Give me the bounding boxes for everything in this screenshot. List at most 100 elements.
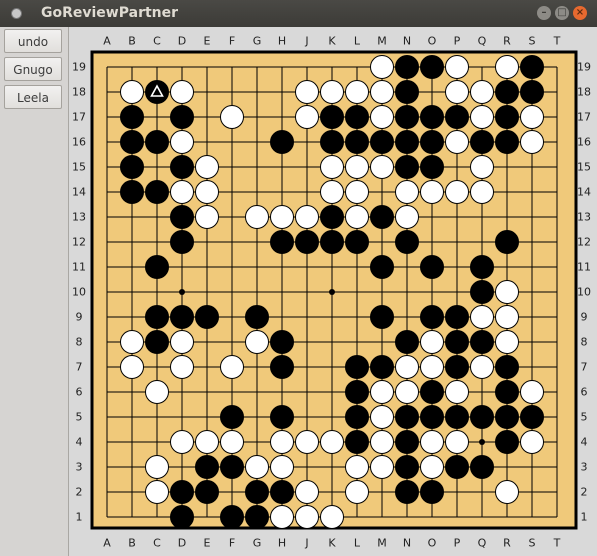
black-stone[interactable]	[220, 405, 244, 429]
black-stone[interactable]	[395, 230, 419, 254]
black-stone[interactable]	[195, 305, 219, 329]
black-stone[interactable]	[370, 130, 394, 154]
white-stone[interactable]	[145, 480, 169, 504]
black-stone[interactable]	[370, 255, 394, 279]
black-stone[interactable]	[170, 230, 194, 254]
black-stone[interactable]	[170, 505, 194, 529]
black-stone[interactable]	[395, 430, 419, 454]
black-stone[interactable]	[420, 255, 444, 279]
undo-button[interactable]: undo	[4, 29, 62, 53]
white-stone[interactable]	[320, 430, 344, 454]
black-stone[interactable]	[320, 230, 344, 254]
white-stone[interactable]	[445, 130, 469, 154]
black-stone[interactable]	[245, 505, 269, 529]
black-stone[interactable]	[145, 180, 169, 204]
white-stone[interactable]	[320, 155, 344, 179]
black-stone[interactable]	[120, 155, 144, 179]
black-stone[interactable]	[495, 80, 519, 104]
white-stone[interactable]	[370, 55, 394, 79]
white-stone[interactable]	[195, 155, 219, 179]
white-stone[interactable]	[245, 330, 269, 354]
white-stone[interactable]	[445, 430, 469, 454]
white-stone[interactable]	[395, 380, 419, 404]
black-stone[interactable]	[370, 205, 394, 229]
white-stone[interactable]	[370, 455, 394, 479]
black-stone[interactable]	[270, 230, 294, 254]
white-stone[interactable]	[345, 180, 369, 204]
black-stone[interactable]	[495, 405, 519, 429]
white-stone[interactable]	[195, 205, 219, 229]
black-stone[interactable]	[345, 380, 369, 404]
white-stone[interactable]	[220, 105, 244, 129]
white-stone[interactable]	[420, 180, 444, 204]
white-stone[interactable]	[220, 355, 244, 379]
black-stone[interactable]	[395, 455, 419, 479]
black-stone[interactable]	[495, 430, 519, 454]
white-stone[interactable]	[145, 380, 169, 404]
black-stone[interactable]	[345, 405, 369, 429]
white-stone[interactable]	[270, 505, 294, 529]
black-stone[interactable]	[520, 80, 544, 104]
black-stone[interactable]	[170, 480, 194, 504]
white-stone[interactable]	[120, 330, 144, 354]
black-stone[interactable]	[445, 455, 469, 479]
black-stone[interactable]	[345, 355, 369, 379]
white-stone[interactable]	[270, 205, 294, 229]
white-stone[interactable]	[295, 480, 319, 504]
black-stone[interactable]	[445, 105, 469, 129]
maximize-button[interactable]: □	[555, 6, 569, 20]
black-stone[interactable]	[495, 130, 519, 154]
minimize-button[interactable]: –	[537, 6, 551, 20]
white-stone[interactable]	[345, 480, 369, 504]
black-stone[interactable]	[170, 105, 194, 129]
close-button[interactable]: ×	[573, 6, 587, 20]
white-stone[interactable]	[170, 180, 194, 204]
black-stone[interactable]	[270, 130, 294, 154]
black-stone[interactable]	[395, 330, 419, 354]
black-stone[interactable]	[195, 455, 219, 479]
black-stone[interactable]	[420, 405, 444, 429]
white-stone[interactable]	[320, 180, 344, 204]
white-stone[interactable]	[345, 205, 369, 229]
black-stone[interactable]	[470, 255, 494, 279]
white-stone[interactable]	[445, 180, 469, 204]
white-stone[interactable]	[345, 155, 369, 179]
black-stone[interactable]	[245, 305, 269, 329]
white-stone[interactable]	[295, 105, 319, 129]
white-stone[interactable]	[520, 130, 544, 154]
black-stone[interactable]	[395, 55, 419, 79]
black-stone[interactable]	[495, 380, 519, 404]
black-stone[interactable]	[220, 505, 244, 529]
black-stone[interactable]	[470, 405, 494, 429]
white-stone[interactable]	[195, 430, 219, 454]
white-stone[interactable]	[220, 430, 244, 454]
white-stone[interactable]	[320, 80, 344, 104]
white-stone[interactable]	[320, 505, 344, 529]
black-stone[interactable]	[495, 230, 519, 254]
black-stone[interactable]	[345, 105, 369, 129]
white-stone[interactable]	[420, 355, 444, 379]
black-stone[interactable]	[145, 330, 169, 354]
black-stone[interactable]	[120, 180, 144, 204]
leela-button[interactable]: Leela	[4, 85, 62, 109]
white-stone[interactable]	[420, 330, 444, 354]
black-stone[interactable]	[370, 305, 394, 329]
black-stone[interactable]	[320, 205, 344, 229]
black-stone[interactable]	[170, 205, 194, 229]
white-stone[interactable]	[120, 80, 144, 104]
black-stone[interactable]	[345, 430, 369, 454]
white-stone[interactable]	[370, 405, 394, 429]
white-stone[interactable]	[520, 430, 544, 454]
black-stone[interactable]	[270, 480, 294, 504]
white-stone[interactable]	[495, 330, 519, 354]
white-stone[interactable]	[395, 355, 419, 379]
white-stone[interactable]	[370, 380, 394, 404]
white-stone[interactable]	[195, 180, 219, 204]
white-stone[interactable]	[120, 355, 144, 379]
black-stone[interactable]	[470, 280, 494, 304]
black-stone[interactable]	[420, 55, 444, 79]
black-stone[interactable]	[145, 130, 169, 154]
white-stone[interactable]	[345, 80, 369, 104]
white-stone[interactable]	[470, 155, 494, 179]
black-stone[interactable]	[395, 480, 419, 504]
